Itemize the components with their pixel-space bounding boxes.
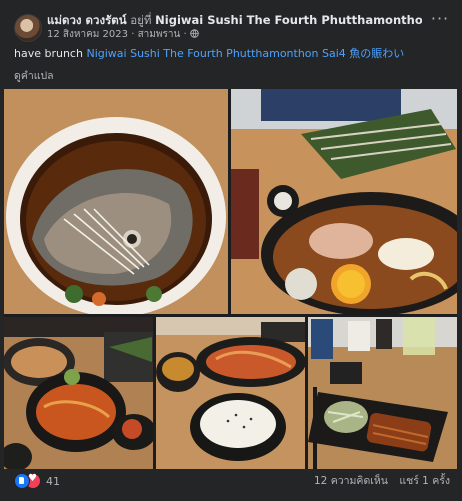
photo-image bbox=[308, 317, 457, 469]
photo-grilled-eel[interactable] bbox=[308, 317, 457, 469]
at-text: อยู่ที่ bbox=[130, 13, 152, 27]
facebook-post: แม่ดวง ดวงรัตน์ อยู่ที่ Nigiwai Sushi Th… bbox=[0, 0, 462, 501]
place-link[interactable]: Nigiwai Sushi The Fourth Phutthamonthon … bbox=[155, 13, 422, 27]
caption-text: have brunch bbox=[14, 47, 83, 60]
post-title-line: แม่ดวง ดวงรัตน์ อยู่ที่ Nigiwai Sushi Th… bbox=[47, 12, 422, 28]
post-location[interactable]: สามพราน bbox=[138, 29, 181, 40]
post-date[interactable]: 12 สิงหาคม 2023 bbox=[47, 29, 128, 40]
photo-rice-bowl[interactable] bbox=[156, 317, 305, 469]
see-translation-link[interactable]: ดูคำแปล bbox=[14, 67, 54, 84]
post-meta: แม่ดวง ดวงรัตน์ อยู่ที่ Nigiwai Sushi Th… bbox=[47, 12, 422, 42]
avatar[interactable] bbox=[14, 14, 42, 42]
shares-count[interactable]: แชร์ 1 ครั้ง bbox=[399, 475, 450, 487]
photo-image bbox=[4, 89, 228, 314]
photo-hotpot-egg[interactable] bbox=[231, 89, 457, 314]
photo-set-meal[interactable] bbox=[4, 317, 153, 469]
more-options-button[interactable]: ··· bbox=[428, 11, 452, 34]
photo-image bbox=[156, 317, 305, 469]
photo-image bbox=[4, 317, 153, 469]
comments-count[interactable]: 12 ความคิดเห็น bbox=[314, 475, 388, 487]
like-icon bbox=[14, 473, 30, 489]
reaction-count: 41 bbox=[46, 474, 60, 488]
post-footer: 41 12 ความคิดเห็น แชร์ 1 ครั้ง bbox=[14, 473, 450, 491]
post-subtitle-line: 12 สิงหาคม 2023 · สามพราน · bbox=[47, 28, 422, 42]
author-name[interactable]: แม่ดวง ดวงรัตน์ bbox=[47, 13, 127, 27]
photo-grid bbox=[4, 89, 457, 469]
photo-salmon-head-stew[interactable] bbox=[4, 89, 228, 314]
post-header: แม่ดวง ดวงรัตน์ อยู่ที่ Nigiwai Sushi Th… bbox=[14, 11, 452, 44]
reactions-summary[interactable]: 41 bbox=[14, 473, 60, 489]
post-caption: have brunch Nigiwai Sushi The Fourth Phu… bbox=[14, 46, 452, 61]
post-stats: 12 ความคิดเห็น แชร์ 1 ครั้ง bbox=[314, 473, 450, 489]
caption-place-link[interactable]: Nigiwai Sushi The Fourth Phutthamonthon … bbox=[86, 47, 404, 60]
globe-icon bbox=[190, 29, 199, 40]
photo-image bbox=[231, 89, 457, 314]
